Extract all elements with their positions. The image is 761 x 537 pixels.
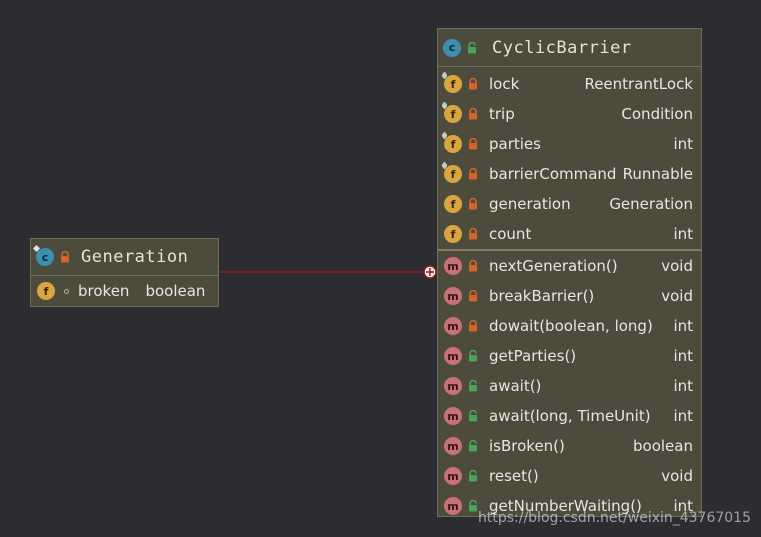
- class-title: CyclicBarrier: [492, 37, 632, 58]
- field-row[interactable]: f trip Condition: [438, 99, 701, 129]
- method-row[interactable]: m nextGeneration() void: [438, 251, 701, 281]
- field-icon: f: [441, 132, 462, 153]
- method-icon: m: [444, 287, 462, 305]
- cyclicbarrier-class-header[interactable]: c CyclicBarrier: [438, 29, 701, 67]
- method-icon: m: [444, 377, 462, 395]
- method-icon: m: [444, 407, 462, 425]
- field-icon: f: [441, 72, 462, 93]
- lock-private-icon: [467, 228, 479, 240]
- method-row[interactable]: m breakBarrier() void: [438, 281, 701, 311]
- field-type: Runnable: [622, 165, 693, 183]
- lock-public-icon: [467, 470, 479, 482]
- lock-private-icon: [467, 290, 479, 302]
- field-icon: f: [444, 195, 462, 213]
- return-type: int: [673, 317, 693, 335]
- method-icon: m: [444, 437, 462, 455]
- field-name: count: [489, 225, 532, 243]
- return-type: void: [661, 257, 693, 275]
- lock-private-icon: [467, 168, 479, 180]
- return-type: int: [673, 347, 693, 365]
- method-icon: m: [444, 497, 462, 515]
- generation-class-box[interactable]: c Generation f broken boolean: [30, 238, 219, 307]
- method-name: breakBarrier(): [489, 287, 595, 305]
- cyclicbarrier-class-box[interactable]: c CyclicBarrier f lock ReentrantLock f trip C…: [437, 28, 702, 517]
- field-type: int: [673, 135, 693, 153]
- final-marker-icon: [441, 162, 448, 169]
- method-icon: m: [444, 347, 462, 365]
- generation-class-header[interactable]: c Generation: [31, 239, 218, 276]
- field-type: Condition: [621, 105, 693, 123]
- field-type: Generation: [609, 195, 693, 213]
- method-name: await(): [489, 377, 542, 395]
- method-row[interactable]: m reset() void: [438, 461, 701, 491]
- method-row[interactable]: m await(long, TimeUnit) int: [438, 401, 701, 431]
- lock-private-icon: [467, 260, 479, 272]
- static-marker-icon: [33, 245, 40, 252]
- field-row[interactable]: f count int: [438, 219, 701, 249]
- lock-private-icon: [467, 78, 479, 90]
- field-icon: f: [444, 225, 462, 243]
- lock-public-icon: [467, 380, 479, 392]
- field-icon: f: [441, 162, 462, 183]
- field-row[interactable]: f broken boolean: [31, 276, 218, 306]
- field-type: boolean: [145, 282, 206, 300]
- lock-public-icon: [466, 41, 478, 54]
- final-marker-icon: [441, 132, 448, 139]
- method-row[interactable]: m isBroken() boolean: [438, 431, 701, 461]
- method-icon: m: [444, 467, 462, 485]
- return-type: void: [661, 287, 693, 305]
- field-row[interactable]: f parties int: [438, 129, 701, 159]
- lock-public-icon: [467, 350, 479, 362]
- field-name: generation: [489, 195, 571, 213]
- method-name: nextGeneration(): [489, 257, 618, 275]
- method-name: reset(): [489, 467, 539, 485]
- method-icon: m: [444, 317, 462, 335]
- package-visibility-icon: [60, 288, 72, 294]
- field-type: ReentrantLock: [584, 75, 693, 93]
- lock-public-icon: [467, 410, 479, 422]
- field-name: parties: [489, 135, 541, 153]
- field-name: broken: [78, 282, 130, 300]
- class-title: Generation: [81, 247, 189, 267]
- field-row[interactable]: f lock ReentrantLock: [438, 69, 701, 99]
- field-name: trip: [489, 105, 515, 123]
- method-row[interactable]: m getParties() int: [438, 341, 701, 371]
- class-icon: c: [443, 38, 461, 57]
- return-type: int: [673, 407, 693, 425]
- lock-private-icon: [467, 138, 479, 150]
- return-type: boolean: [633, 437, 693, 455]
- field-row[interactable]: f generation Generation: [438, 189, 701, 219]
- watermark: https://blog.csdn.net/weixin_43767015: [477, 510, 751, 526]
- field-type: int: [673, 225, 693, 243]
- field-row[interactable]: f barrierCommand Runnable: [438, 159, 701, 189]
- method-row[interactable]: m await() int: [438, 371, 701, 401]
- class-icon: c: [33, 245, 54, 266]
- lock-private-icon: [467, 198, 479, 210]
- method-name: await(long, TimeUnit): [489, 407, 651, 425]
- final-marker-icon: [441, 72, 448, 79]
- field-icon: f: [441, 102, 462, 123]
- method-name: dowait(boolean, long): [489, 317, 653, 335]
- method-name: isBroken(): [489, 437, 565, 455]
- method-name: getParties(): [489, 347, 577, 365]
- return-type: int: [673, 377, 693, 395]
- lock-private-icon: [467, 320, 479, 332]
- inner-class-anchor-icon: [423, 265, 437, 279]
- lock-private-icon: [59, 251, 71, 263]
- lock-private-icon: [467, 108, 479, 120]
- return-type: void: [661, 467, 693, 485]
- final-marker-icon: [441, 102, 448, 109]
- field-icon: f: [37, 282, 55, 300]
- lock-public-icon: [467, 440, 479, 452]
- field-name: barrierCommand: [489, 165, 617, 183]
- field-name: lock: [489, 75, 520, 93]
- method-row[interactable]: m dowait(boolean, long) int: [438, 311, 701, 341]
- method-icon: m: [444, 257, 462, 275]
